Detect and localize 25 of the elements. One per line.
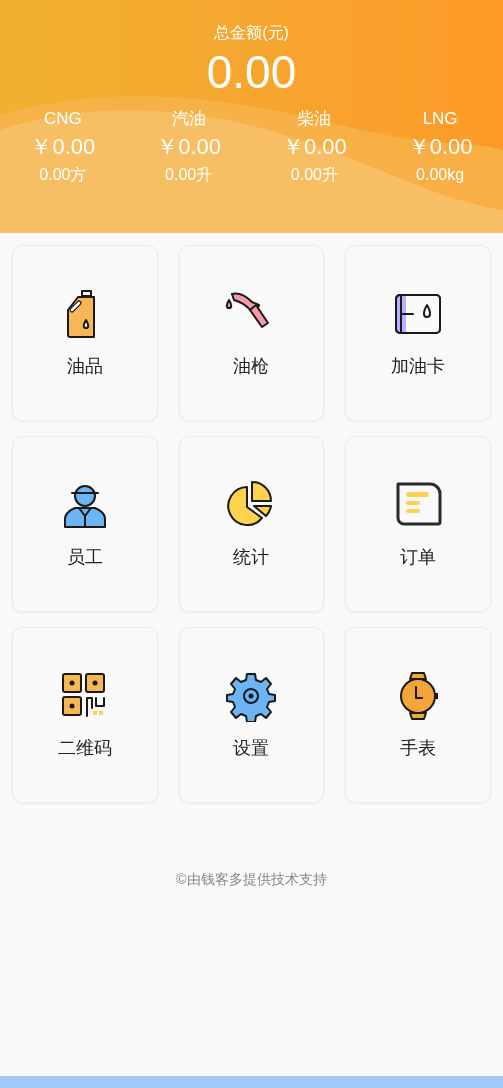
- fuel-amount: ￥0.00: [281, 133, 347, 161]
- menu-tile[interactable]: 员工: [12, 436, 158, 612]
- menu-tile[interactable]: 设置: [178, 627, 325, 803]
- fuel-volume: 0.00升: [290, 165, 338, 185]
- menu-tile[interactable]: 统计: [178, 436, 325, 612]
- menu-tile[interactable]: 订单: [345, 436, 491, 612]
- fuel-amount: ￥0.00: [156, 133, 222, 161]
- fuel-name: 柴油: [297, 108, 332, 130]
- fuel-volume: 0.00方: [39, 165, 87, 185]
- fuel-volume: 0.00升: [165, 165, 213, 185]
- menu-tile[interactable]: 油枪: [178, 245, 325, 421]
- fuel-volume: 0.00kg: [416, 165, 465, 185]
- fuel-amount: ￥0.00: [30, 133, 96, 161]
- fuel-name: LNG: [422, 108, 458, 130]
- total-title: 总金额(元): [214, 23, 289, 43]
- footer-credit: ©由钱客多提供技术支持: [176, 870, 327, 889]
- settings-icon: [225, 670, 278, 722]
- menu-tile[interactable]: 加油卡: [345, 245, 491, 421]
- total-amount: 0.00: [206, 46, 297, 98]
- fuel-amount: ￥0.00: [407, 133, 473, 161]
- menu-tile[interactable]: 手表: [345, 627, 491, 803]
- fuel-name: CNG: [44, 108, 82, 130]
- menu-tile[interactable]: 油品: [12, 245, 158, 421]
- fuel-name: 汽油: [171, 108, 206, 130]
- menu-tile[interactable]: 二维码: [12, 627, 158, 803]
